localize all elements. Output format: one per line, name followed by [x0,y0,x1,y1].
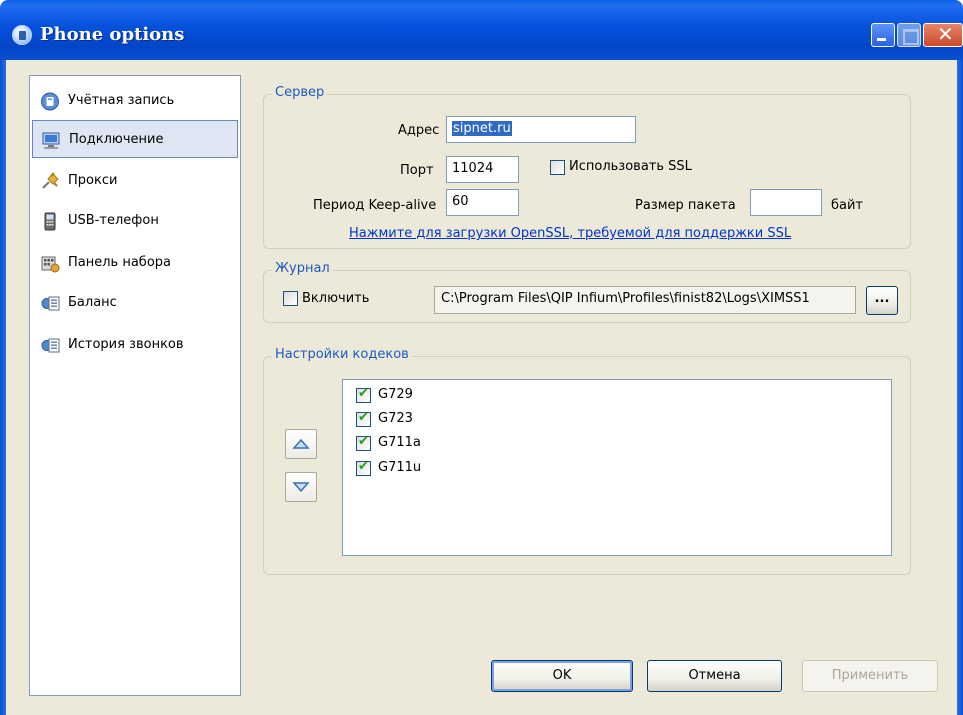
enable-journal-checkbox[interactable] [283,291,298,306]
nav-item-call-history[interactable]: История звонков [32,326,238,364]
close-button[interactable]: ✕ [923,22,963,47]
port-input[interactable]: 11024 [446,156,519,183]
enable-journal-label: Включить [302,291,370,306]
nav-item-label: Подключение [69,132,164,147]
codec-name: G723 [378,411,413,426]
nav-item-connection[interactable]: Подключение [32,120,238,158]
nav-item-balance[interactable]: Баланс [32,284,238,322]
codec-list: G729 G723 G711a G711u [342,379,892,556]
nav-item-account[interactable]: Учётная запись [32,82,238,120]
packet-size-label: Размер пакета [635,198,736,213]
codec-checkbox[interactable] [356,434,371,451]
cancel-button[interactable]: Отмена [647,660,782,692]
app-icon [12,25,32,45]
packet-size-input[interactable] [750,189,822,216]
phone-icon [44,212,56,231]
dialpad-icon [41,256,60,273]
window-border-left [0,60,6,715]
codec-checkbox[interactable] [356,459,371,476]
nav-item-dialpad[interactable]: Панель набора [32,244,238,282]
use-ssl-label: Использовать SSL [569,159,692,174]
account-icon [41,92,59,111]
nav-item-label: Панель набора [68,255,171,270]
balance-icon [41,296,60,311]
address-value: sipnet.ru [452,121,512,136]
use-ssl-checkbox[interactable] [550,160,565,175]
title-bar[interactable]: Phone options ✕ [0,0,963,60]
triangle-up-icon [292,438,310,449]
codec-name: G711a [378,435,421,450]
computer-icon [42,132,60,149]
phone-options-window: Phone options ✕ Учётная запись Подключен… [0,0,963,715]
codec-checkbox[interactable] [356,386,371,403]
codecs-group-legend: Настройки кодеков [272,347,412,362]
nav-item-label: USB-телефон [68,213,159,228]
close-icon: ✕ [937,22,954,46]
apply-button[interactable]: Применить [802,660,938,692]
move-codec-up-button[interactable] [285,429,317,459]
keepalive-label: Период Keep-alive [313,198,437,213]
address-label: Адрес [398,123,440,138]
nav-item-label: Баланс [68,295,117,310]
browse-log-path-button[interactable]: ... [866,286,898,315]
packet-size-unit: байт [831,198,864,213]
port-label: Порт [400,163,434,178]
window-border-right [957,60,963,715]
nav-item-proxy[interactable]: Прокси [32,162,238,200]
minimize-button[interactable] [871,23,895,47]
log-path-field[interactable]: C:\Program Files\QIP Infium\Profiles\fin… [434,286,856,314]
keepalive-input[interactable]: 60 [446,189,519,216]
openssl-download-link[interactable]: Нажмите для загрузки OpenSSL, требуемой … [349,226,791,241]
codec-checkbox[interactable] [356,410,371,427]
move-codec-down-button[interactable] [285,472,317,502]
ok-button[interactable]: OK [491,660,633,692]
journal-group-legend: Журнал [272,261,333,276]
nav-item-label: Учётная запись [68,93,175,108]
options-nav: Учётная запись Подключение Прокси USB-те… [29,75,241,696]
plug-icon [42,172,59,189]
nav-item-usb-phone[interactable]: USB-телефон [32,202,238,240]
maximize-button[interactable] [897,23,921,47]
server-group-legend: Сервер [272,85,328,100]
codec-name: G711u [378,460,422,475]
triangle-down-icon [292,482,310,493]
nav-item-label: История звонков [68,337,184,352]
codec-name: G729 [378,387,413,402]
history-icon [41,338,60,353]
window-title: Phone options [40,24,185,45]
address-input[interactable]: sipnet.ru [446,116,636,143]
nav-item-label: Прокси [68,173,118,188]
